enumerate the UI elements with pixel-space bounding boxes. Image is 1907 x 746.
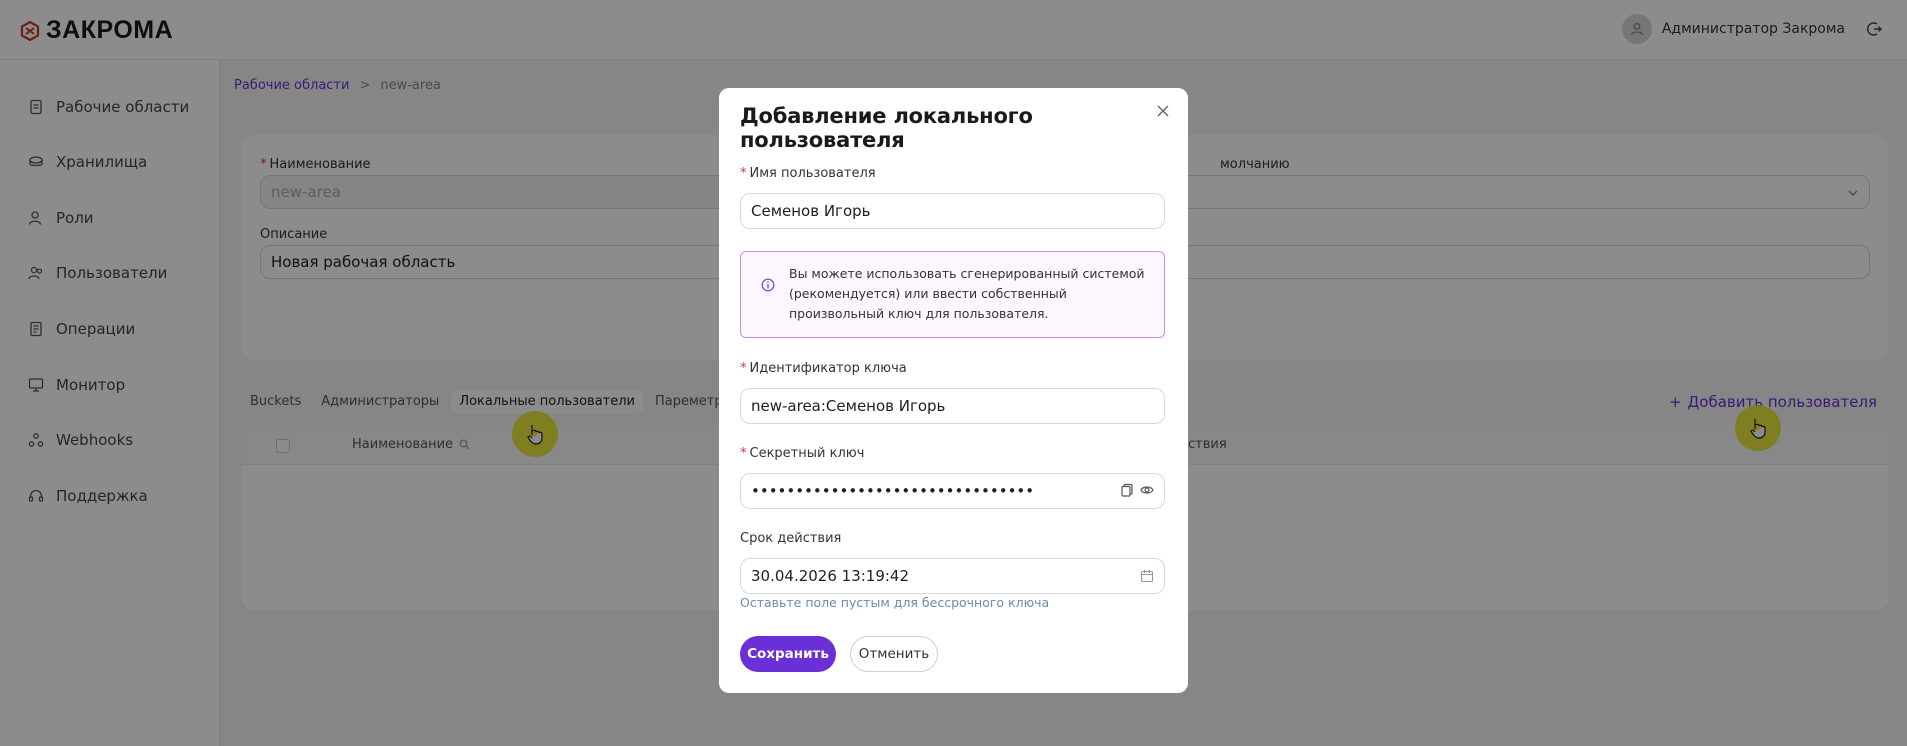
calendar-icon[interactable]: [1140, 569, 1154, 583]
info-text: Вы можете использовать сгенерированный с…: [789, 266, 1145, 321]
expiry-hint: Оставьте поле пустым для бессрочного клю…: [740, 595, 1050, 610]
info-icon: [761, 278, 775, 292]
username-label: * Имя пользователя: [740, 166, 876, 181]
close-icon[interactable]: [1156, 104, 1170, 118]
secret-key-value: ••••••••••••••••••••••••••••••••: [751, 482, 1035, 500]
eye-icon[interactable]: [1140, 483, 1154, 497]
info-alert: Вы можете использовать сгенерированный с…: [740, 251, 1165, 338]
key-id-input[interactable]: new-area:Семенов Игорь: [740, 388, 1165, 424]
dialog-title: Добавление локального пользователя: [740, 104, 1033, 152]
copy-icon[interactable]: [1120, 483, 1134, 497]
key-id-label: * Идентификатор ключа: [740, 361, 907, 376]
expiry-label: Срок действия: [740, 531, 842, 546]
expiry-date-input[interactable]: 30.04.2026 13:19:42: [740, 558, 1165, 594]
cancel-button[interactable]: Отменить: [850, 636, 938, 672]
secret-key-input[interactable]: ••••••••••••••••••••••••••••••••: [740, 473, 1165, 509]
add-local-user-dialog: Добавление локального пользователя * Имя …: [719, 88, 1188, 693]
expiry-date-value: 30.04.2026 13:19:42: [751, 567, 910, 585]
username-input[interactable]: Семенов Игорь: [740, 193, 1165, 229]
secret-key-label: * Секретный ключ: [740, 446, 865, 461]
save-button[interactable]: Сохранить: [740, 636, 836, 672]
